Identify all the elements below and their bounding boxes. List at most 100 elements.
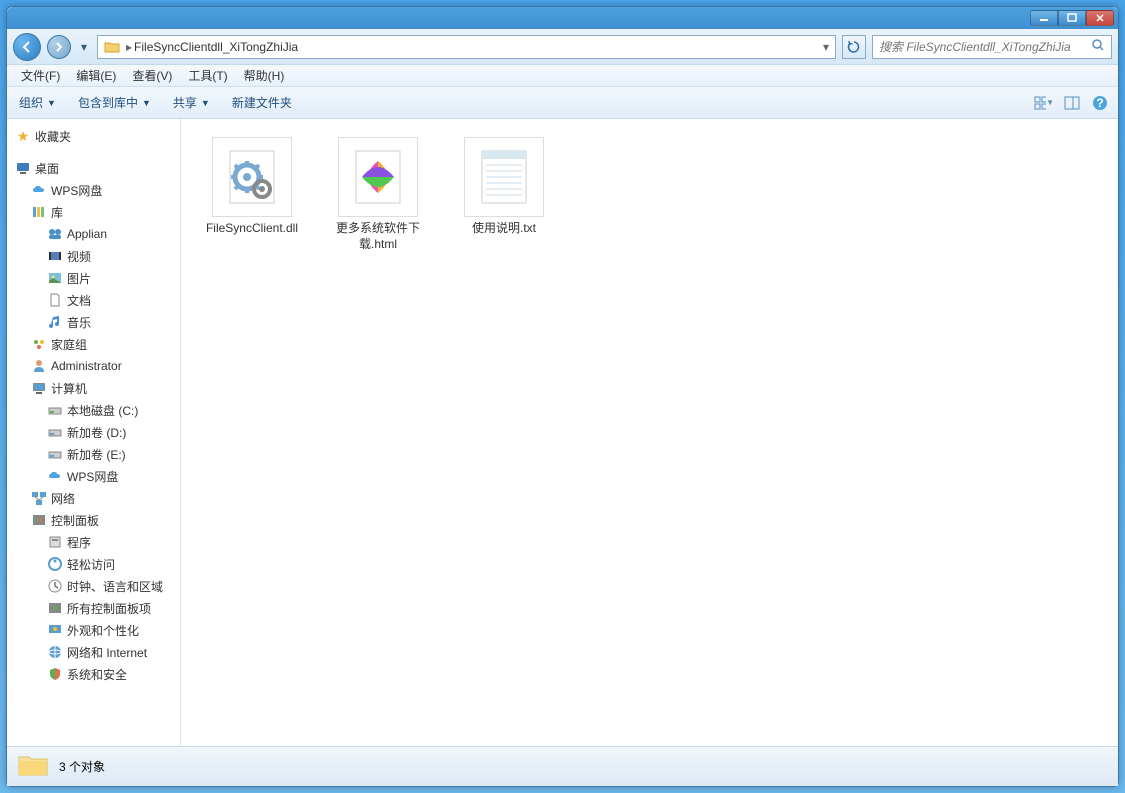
sidebar-computer[interactable]: 计算机	[7, 377, 180, 399]
drive-icon	[47, 402, 63, 418]
menu-file[interactable]: 文件(F)	[13, 65, 68, 86]
sidebar-appearance[interactable]: 外观和个性化	[7, 619, 180, 641]
menu-tools[interactable]: 工具(T)	[180, 65, 235, 86]
file-item[interactable]: 使用说明.txt	[445, 131, 563, 243]
sidebar-system-security[interactable]: 系统和安全	[7, 663, 180, 685]
sidebar-item-label: 网络	[51, 490, 75, 507]
preview-pane-button[interactable]	[1062, 93, 1082, 113]
file-item[interactable]: 更多系统软件下载.html	[319, 131, 437, 258]
breadcrumb-current[interactable]: FileSyncClientdll_XiTongZhiJia	[134, 40, 298, 54]
close-button[interactable]	[1086, 10, 1114, 26]
minimize-button[interactable]	[1030, 10, 1058, 26]
sidebar-ease-access[interactable]: 轻松访问	[7, 553, 180, 575]
control-panel-icon	[31, 512, 47, 528]
cpl-icon	[47, 600, 63, 616]
share-label: 共享	[173, 94, 197, 111]
sidebar-favorites[interactable]: ★收藏夹	[7, 125, 180, 147]
include-library-button[interactable]: 包含到库中▼	[74, 92, 155, 113]
drive-icon	[47, 424, 63, 440]
sidebar-homegroup[interactable]: 家庭组	[7, 333, 180, 355]
forward-button[interactable]	[47, 35, 71, 59]
search-icon[interactable]	[1091, 38, 1105, 55]
dll-icon	[212, 137, 292, 217]
sidebar-music[interactable]: 音乐	[7, 311, 180, 333]
ease-icon	[47, 556, 63, 572]
sidebar-net-internet[interactable]: 网络和 Internet	[7, 641, 180, 663]
cloud-icon	[47, 468, 63, 484]
sidebar-cdrive[interactable]: 本地磁盘 (C:)	[7, 399, 180, 421]
status-bar: 3 个对象	[7, 746, 1118, 786]
main-area: ★收藏夹 桌面 WPS网盘 库 Applian 视频 图片 文档 音乐 家庭组 …	[7, 119, 1118, 746]
sidebar-clock-lang[interactable]: 时钟、语言和区域	[7, 575, 180, 597]
file-name: 更多系统软件下载.html	[325, 221, 431, 252]
sidebar-control-panel[interactable]: 控制面板	[7, 509, 180, 531]
network-icon	[31, 490, 47, 506]
nav-history-dropdown[interactable]: ▾	[77, 39, 91, 55]
help-button[interactable]: ?	[1090, 93, 1110, 113]
share-button[interactable]: 共享▼	[169, 92, 214, 113]
sidebar-item-label: 轻松访问	[67, 556, 115, 573]
cloud-icon	[31, 182, 47, 198]
sidebar-item-label: WPS网盘	[51, 182, 102, 199]
address-bar[interactable]: ▸ FileSyncClientdll_XiTongZhiJia ▾	[97, 35, 836, 59]
sidebar-item-label: 时钟、语言和区域	[67, 578, 163, 595]
sidebar-edrive[interactable]: 新加卷 (E:)	[7, 443, 180, 465]
appearance-icon	[47, 622, 63, 638]
folder-icon	[104, 39, 120, 55]
sidebar-item-label: 音乐	[67, 314, 91, 331]
sidebar-item-label: 控制面板	[51, 512, 99, 529]
new-folder-button[interactable]: 新建文件夹	[228, 92, 296, 113]
sidebar-item-label: 所有控制面板项	[67, 600, 151, 617]
refresh-button[interactable]	[842, 35, 866, 59]
search-box[interactable]	[872, 35, 1112, 59]
sidebar-wps[interactable]: WPS网盘	[7, 179, 180, 201]
sidebar-item-label: 网络和 Internet	[67, 644, 147, 661]
menu-edit[interactable]: 编辑(E)	[68, 65, 124, 86]
breadcrumb-separator-icon[interactable]: ▸	[126, 40, 132, 54]
sidebar-videos[interactable]: 视频	[7, 245, 180, 267]
sidebar-network[interactable]: 网络	[7, 487, 180, 509]
title-bar[interactable]	[7, 7, 1118, 29]
sidebar-applian[interactable]: Applian	[7, 223, 180, 245]
desktop-icon	[15, 160, 31, 176]
organize-button[interactable]: 组织▼	[15, 92, 60, 113]
sidebar-libraries[interactable]: 库	[7, 201, 180, 223]
star-icon: ★	[15, 128, 31, 144]
picture-icon	[47, 270, 63, 286]
video-icon	[47, 248, 63, 264]
menu-help[interactable]: 帮助(H)	[236, 65, 293, 86]
folder-icon	[17, 751, 49, 783]
sidebar-all-cpl[interactable]: 所有控制面板项	[7, 597, 180, 619]
status-text: 3 个对象	[59, 758, 105, 775]
sidebar-item-label: 新加卷 (E:)	[67, 446, 126, 463]
view-mode-button[interactable]: ▼	[1034, 93, 1054, 113]
sidebar-documents[interactable]: 文档	[7, 289, 180, 311]
sidebar-wps-drive[interactable]: WPS网盘	[7, 465, 180, 487]
sidebar-item-label: 程序	[67, 534, 91, 551]
html-icon	[338, 137, 418, 217]
app-icon	[47, 226, 63, 242]
file-list[interactable]: FileSyncClient.dll 更多系统软件下载.html 使用说明.tx…	[181, 119, 1118, 746]
sidebar-programs[interactable]: 程序	[7, 531, 180, 553]
search-input[interactable]	[879, 40, 1091, 54]
sidebar-desktop[interactable]: 桌面	[7, 157, 180, 179]
globe-icon	[47, 644, 63, 660]
nav-bar: ▾ ▸ FileSyncClientdll_XiTongZhiJia ▾	[7, 29, 1118, 65]
menu-view[interactable]: 查看(V)	[124, 65, 180, 86]
music-icon	[47, 314, 63, 330]
sidebar-item-label: 外观和个性化	[67, 622, 139, 639]
computer-icon	[31, 380, 47, 396]
sidebar-pictures[interactable]: 图片	[7, 267, 180, 289]
maximize-button[interactable]	[1058, 10, 1086, 26]
newfolder-label: 新建文件夹	[232, 94, 292, 111]
security-icon	[47, 666, 63, 682]
file-item[interactable]: FileSyncClient.dll	[193, 131, 311, 243]
sidebar-item-label: 计算机	[51, 380, 87, 397]
address-dropdown[interactable]: ▾	[819, 40, 833, 54]
navigation-pane[interactable]: ★收藏夹 桌面 WPS网盘 库 Applian 视频 图片 文档 音乐 家庭组 …	[7, 119, 181, 746]
sidebar-item-label: Applian	[67, 227, 107, 241]
organize-label: 组织	[19, 94, 43, 111]
sidebar-ddrive[interactable]: 新加卷 (D:)	[7, 421, 180, 443]
sidebar-administrator[interactable]: Administrator	[7, 355, 180, 377]
back-button[interactable]	[13, 33, 41, 61]
